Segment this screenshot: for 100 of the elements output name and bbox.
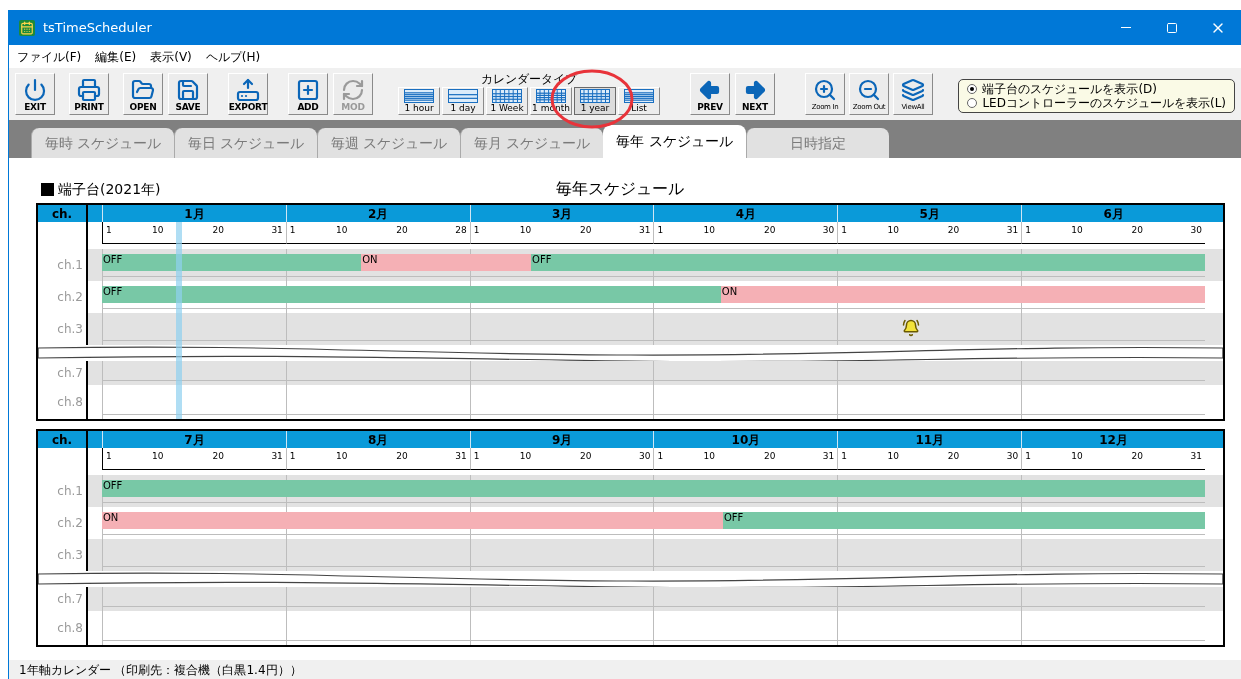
calendar-type-button[interactable]: 1 year xyxy=(574,87,616,115)
day-label: 1 xyxy=(473,226,480,235)
month-label: 10月 xyxy=(731,433,761,446)
printer-icon xyxy=(77,78,101,102)
month-label: 2月 xyxy=(368,207,389,220)
day-label: 30 xyxy=(639,452,651,461)
toolbar-button[interactable]: PRINT xyxy=(69,73,109,115)
folder-icon xyxy=(131,78,155,102)
day-label: 30 xyxy=(822,226,835,235)
day-label: 31 xyxy=(639,226,651,235)
month-label: 7月 xyxy=(184,433,205,446)
app-icon xyxy=(19,19,35,36)
calendar-type-button[interactable]: 1 day xyxy=(442,87,484,115)
radio-button[interactable] xyxy=(967,84,978,94)
day-label: 1 xyxy=(1025,452,1031,461)
toolbar-button[interactable]: ADD xyxy=(288,73,328,115)
day-label: 10 xyxy=(887,226,899,235)
schedule-segment[interactable]: ON xyxy=(720,286,1205,303)
channel-label: ch.7 xyxy=(57,593,83,605)
channel-label: ch.8 xyxy=(57,396,83,408)
day-label: 20 xyxy=(947,452,960,461)
day-label: 20 xyxy=(763,452,776,461)
menu-item[interactable]: 編集(E) xyxy=(95,50,137,63)
tab[interactable]: 毎年 スケジュール xyxy=(603,125,746,158)
schedule-segment[interactable]: OFF xyxy=(102,286,721,303)
day-label: 20 xyxy=(580,226,592,235)
calendar-title: 毎年スケジュール xyxy=(556,178,684,200)
toolbar-button[interactable]: PREV xyxy=(690,73,730,115)
day-label: 31 xyxy=(271,452,283,461)
month-label: 11月 xyxy=(915,433,945,446)
day-label: 10 xyxy=(152,226,164,235)
day-label: 1 xyxy=(473,452,480,461)
channel-label: ch.8 xyxy=(57,622,83,634)
schedule-segment[interactable]: OFF xyxy=(102,480,1205,497)
schedule-segment[interactable]: ON xyxy=(102,512,723,529)
day-label: 20 xyxy=(763,226,776,235)
radio-button[interactable] xyxy=(967,98,978,108)
toolbar-button[interactable]: NEXT xyxy=(735,73,775,115)
calendar-layout-icon xyxy=(536,89,566,103)
calendar-layout-icon xyxy=(448,89,478,103)
day-label: 31 xyxy=(822,452,835,461)
legend-square xyxy=(41,182,54,196)
day-label: 31 xyxy=(271,226,283,235)
day-label: 1 xyxy=(841,452,848,461)
day-label: 20 xyxy=(947,226,960,235)
upload-icon xyxy=(236,78,260,102)
refresh-icon xyxy=(341,78,365,102)
toolbar-button[interactable]: EXIT xyxy=(15,73,55,115)
day-label: 10 xyxy=(335,452,348,461)
calendar-type-button[interactable]: 1 hour xyxy=(398,87,440,115)
zoom-in-icon xyxy=(813,78,837,102)
schedule-segment[interactable]: OFF xyxy=(102,254,362,271)
day-label: 20 xyxy=(580,452,592,461)
day-label: 10 xyxy=(887,452,899,461)
column-header: ch. xyxy=(51,207,73,220)
column-header: ch. xyxy=(51,433,73,446)
plus-icon xyxy=(296,78,320,102)
zoom-out-icon xyxy=(857,78,881,102)
day-label: 1 xyxy=(841,226,848,235)
day-label: 1 xyxy=(657,226,664,235)
menu-item[interactable]: ヘルプ(H) xyxy=(205,50,261,63)
month-label: 4月 xyxy=(735,207,757,220)
radio-option[interactable]: LEDコントローラーのスケジュールを表示(L) xyxy=(967,96,1226,110)
left-arrow-icon xyxy=(698,78,722,102)
menu-item[interactable]: ファイル(F) xyxy=(17,50,82,63)
day-label: 31 xyxy=(455,452,467,461)
day-label: 20 xyxy=(1131,452,1144,461)
toolbar-button[interactable]: SAVE xyxy=(168,73,208,115)
day-label: 28 xyxy=(455,226,467,235)
maximize-icon xyxy=(1166,21,1178,34)
day-label: 1 xyxy=(106,226,112,235)
channel-label: ch.2 xyxy=(57,517,83,529)
schedule-segment[interactable]: OFF xyxy=(723,512,1205,529)
calendar-layout-icon xyxy=(580,89,610,103)
day-label: 1 xyxy=(106,452,112,461)
day-label: 20 xyxy=(212,226,224,235)
toolbar-button[interactable]: OPEN xyxy=(123,73,163,115)
day-label: 1 xyxy=(289,452,296,461)
day-label: 10 xyxy=(703,452,716,461)
right-arrow-icon xyxy=(743,78,767,102)
calendar-owner: 端子台(2021年) xyxy=(58,179,161,199)
month-label: 3月 xyxy=(551,207,573,220)
month-label: 6月 xyxy=(1103,207,1124,220)
day-label: 20 xyxy=(396,452,408,461)
toolbar-button[interactable]: EXPORT xyxy=(228,73,268,115)
calendar-type-button[interactable]: 1 Week xyxy=(486,87,528,115)
channel-label: ch.3 xyxy=(57,549,83,561)
calendar-type-button[interactable]: List xyxy=(618,87,660,115)
channel-label: ch.2 xyxy=(57,291,83,303)
power-icon xyxy=(23,78,47,102)
channel-label: ch.7 xyxy=(57,367,83,379)
menu-item[interactable]: 表示(V) xyxy=(150,50,192,63)
bell-icon[interactable] xyxy=(901,319,920,337)
window-title: tsTimeScheduler xyxy=(43,18,152,37)
day-label: 10 xyxy=(1071,452,1083,461)
day-label: 10 xyxy=(703,226,716,235)
schedule-segment[interactable]: OFF xyxy=(531,254,1205,271)
calendar-layout-icon xyxy=(492,89,522,103)
month-label: 8月 xyxy=(368,433,389,446)
radio-option[interactable]: 端子台のスケジュールを表示(D) xyxy=(967,82,1226,96)
